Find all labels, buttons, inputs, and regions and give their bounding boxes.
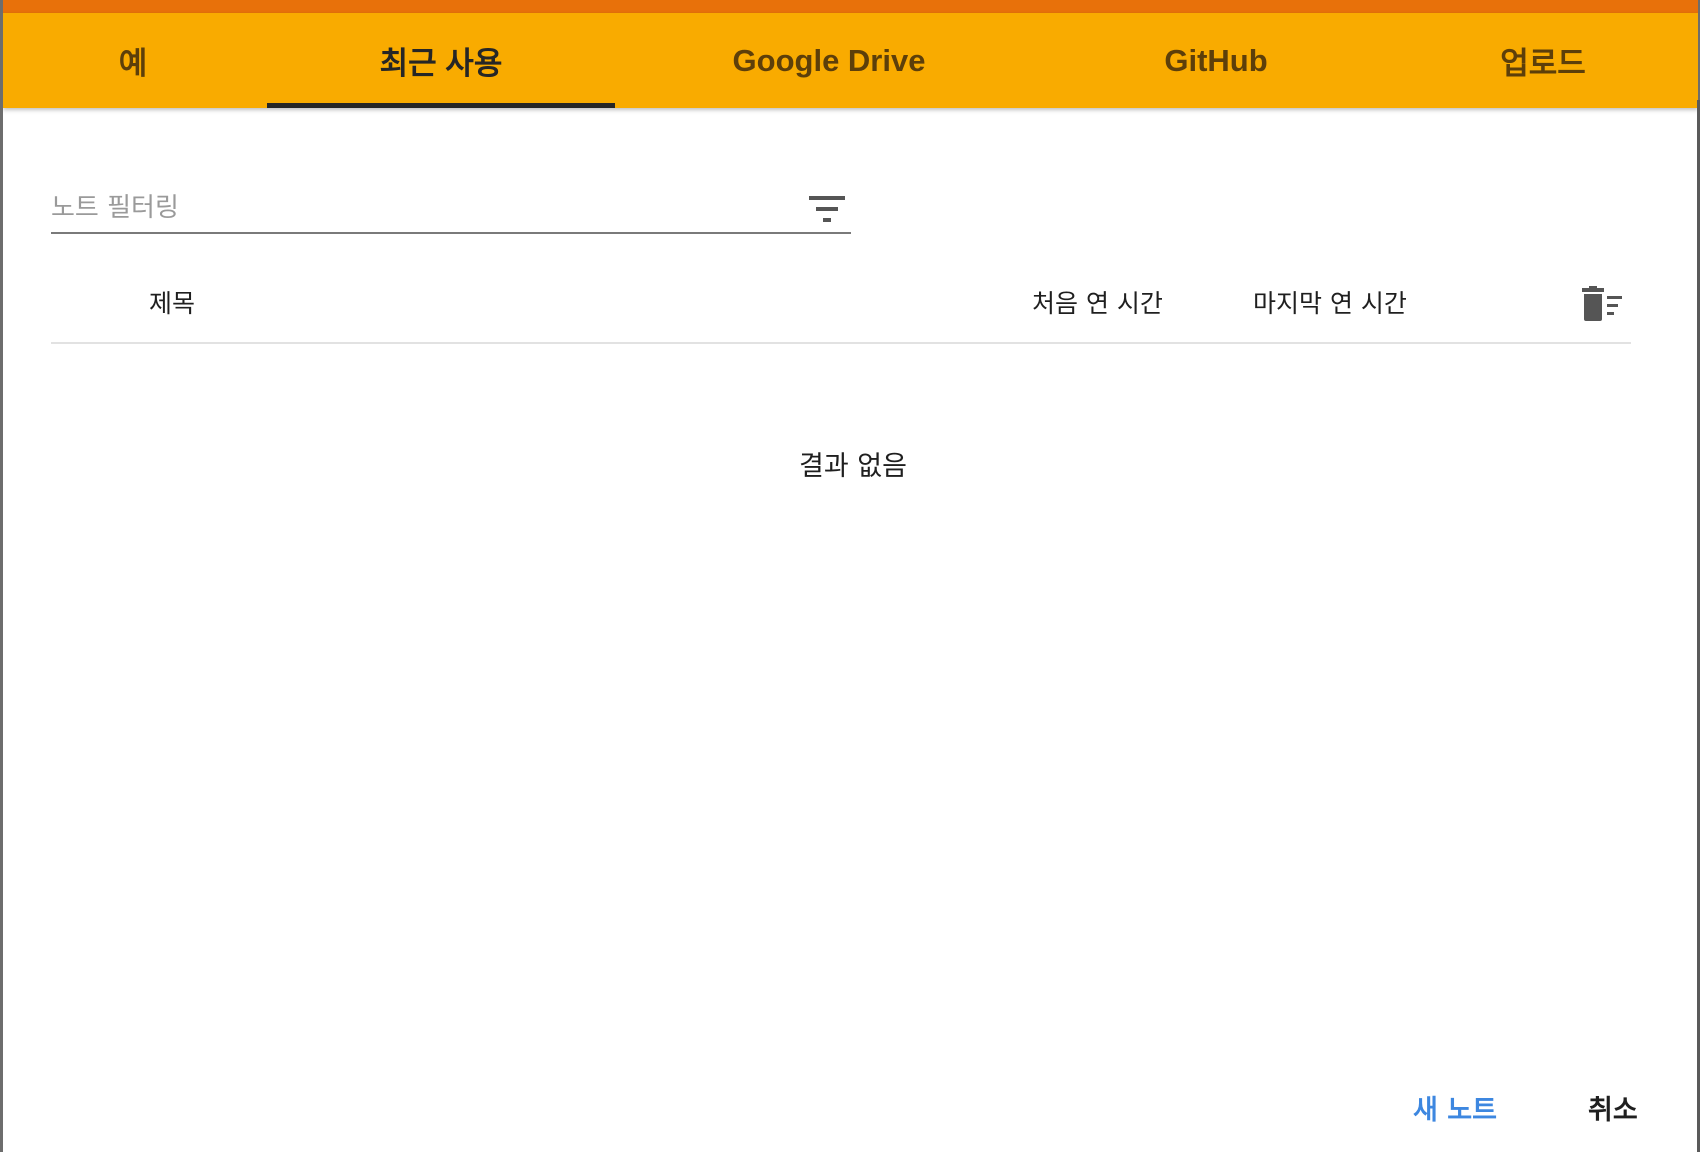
filter-icon[interactable] bbox=[807, 194, 847, 224]
filter-field bbox=[51, 180, 851, 234]
active-tab-indicator bbox=[267, 103, 615, 108]
column-first-opened[interactable]: 처음 연 시간 bbox=[1032, 284, 1163, 320]
trash-icon[interactable] bbox=[1579, 286, 1625, 322]
open-notebook-dialog: 예 최근 사용 Google Drive GitHub 업로드 제목 처음 연 … bbox=[3, 0, 1698, 1152]
new-notebook-button[interactable]: 새 노트 bbox=[1409, 1082, 1501, 1133]
tab-bar: 예 최근 사용 Google Drive GitHub 업로드 bbox=[3, 13, 1698, 108]
column-title[interactable]: 제목 bbox=[149, 284, 195, 320]
tab-google-drive[interactable]: Google Drive bbox=[643, 13, 1015, 108]
dialog-top-accent bbox=[3, 0, 1698, 13]
cancel-button[interactable]: 취소 bbox=[1584, 1082, 1642, 1133]
tab-examples[interactable]: 예 bbox=[43, 13, 223, 108]
filter-input[interactable] bbox=[51, 188, 781, 228]
tab-recent[interactable]: 최근 사용 bbox=[267, 13, 615, 108]
empty-results-message: 결과 없음 bbox=[799, 451, 907, 482]
table-header: 제목 처음 연 시간 마지막 연 시간 bbox=[51, 260, 1631, 344]
tab-upload[interactable]: 업로드 bbox=[1403, 13, 1683, 108]
tab-github[interactable]: GitHub bbox=[1043, 13, 1389, 108]
column-last-opened[interactable]: 마지막 연 시간 bbox=[1253, 284, 1407, 320]
